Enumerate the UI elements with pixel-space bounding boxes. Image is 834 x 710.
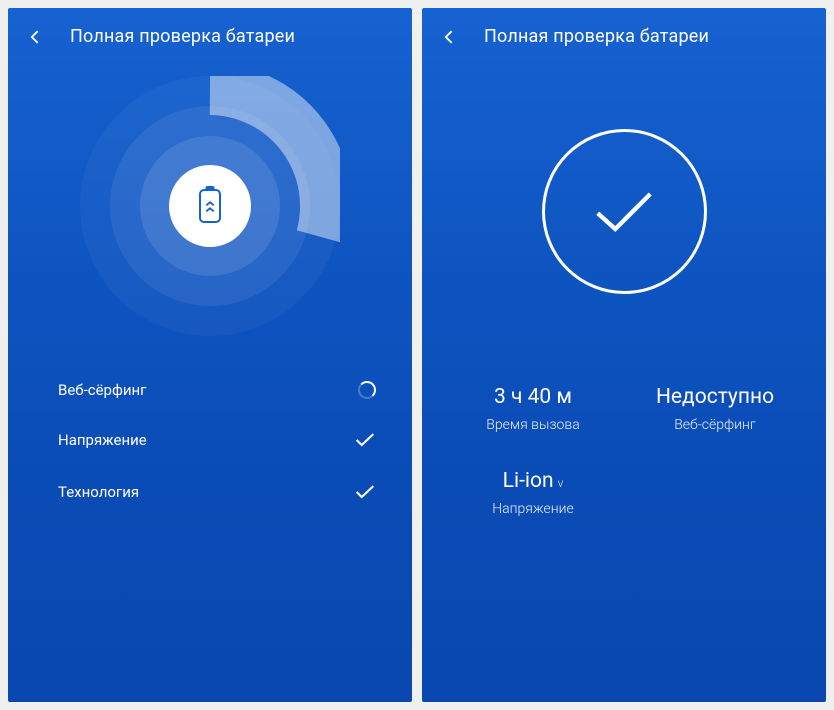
stat-caption: Напряжение	[442, 501, 624, 517]
stat-web: Недоступно Веб-сёрфинг	[624, 385, 806, 433]
arrow-left-icon	[26, 27, 46, 47]
done-graphic	[422, 61, 826, 361]
check-row-technology: Технология	[58, 481, 376, 503]
spinner-icon	[358, 381, 376, 399]
stat-value: 3 ч 40 м	[442, 385, 624, 409]
check-row-web: Веб-сёрфинг	[58, 381, 376, 399]
header: Полная проверка батареи	[422, 8, 826, 61]
center-disc	[169, 165, 251, 247]
check-icon	[354, 429, 376, 451]
done-circle	[542, 129, 707, 294]
back-button[interactable]	[26, 27, 46, 47]
stat-value-text: Недоступно	[656, 385, 774, 409]
check-icon	[354, 481, 376, 503]
check-label: Веб-сёрфинг	[58, 381, 146, 399]
check-row-voltage: Напряжение	[58, 429, 376, 451]
stat-value: Li-ion v	[442, 469, 624, 493]
checkmark-icon	[589, 184, 659, 239]
screen-battery-done: Полная проверка батареи 3 ч 40 м Время в…	[422, 8, 826, 702]
check-list: Веб-сёрфинг Напряжение Технология	[8, 351, 412, 503]
check-label: Напряжение	[58, 431, 147, 449]
stat-value-text: 3 ч 40 м	[494, 385, 572, 409]
stat-value-text: Li-ion	[503, 469, 554, 493]
stat-voltage: Li-ion v Напряжение	[442, 469, 624, 517]
stats-grid: 3 ч 40 м Время вызова Недоступно Веб-сёр…	[422, 361, 826, 517]
arrow-left-icon	[440, 27, 460, 47]
stat-caption: Веб-сёрфинг	[624, 417, 806, 433]
stat-call-time: 3 ч 40 м Время вызова	[442, 385, 624, 433]
battery-icon	[199, 189, 221, 223]
check-label: Технология	[58, 483, 139, 501]
scan-graphic	[8, 61, 412, 351]
screen-battery-checking: Полная проверка батареи Веб-сёрфинг Напр…	[8, 8, 412, 702]
page-title: Полная проверка батареи	[484, 26, 709, 47]
stat-caption: Время вызова	[442, 417, 624, 433]
header: Полная проверка батареи	[8, 8, 412, 61]
page-title: Полная проверка батареи	[70, 26, 295, 47]
stat-value-suffix: v	[558, 476, 564, 490]
stat-value: Недоступно	[624, 385, 806, 409]
back-button[interactable]	[440, 27, 460, 47]
